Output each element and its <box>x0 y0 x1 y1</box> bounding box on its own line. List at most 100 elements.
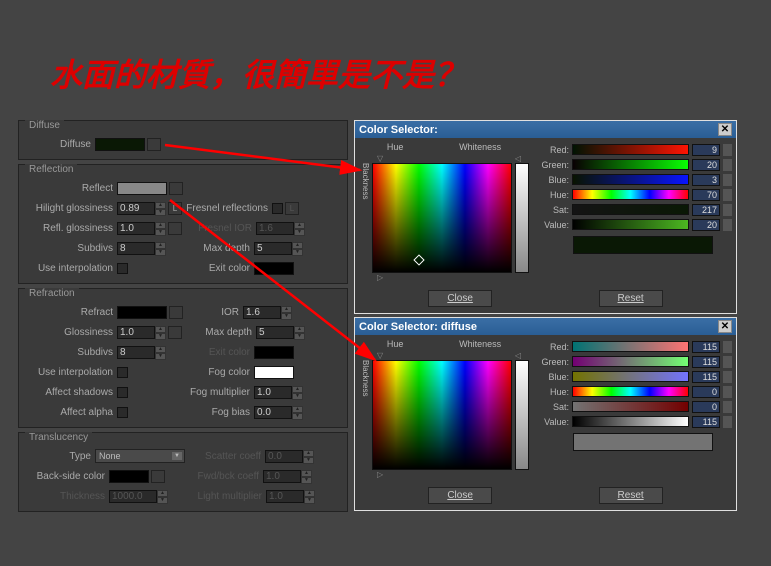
gloss-spinner[interactable]: ▲▼ <box>117 326 166 339</box>
value-slider[interactable] <box>572 416 689 427</box>
shadows-checkbox[interactable] <box>117 387 128 398</box>
color-preview <box>573 236 713 254</box>
window-title: Color Selector: <box>359 124 438 136</box>
hue-value[interactable]: 0 <box>692 386 720 398</box>
ior-spinner[interactable]: ▲▼ <box>243 306 292 319</box>
sat-value[interactable]: 0 <box>692 401 720 413</box>
backside-map-box[interactable] <box>151 470 165 483</box>
spinner-arrows[interactable] <box>723 144 732 156</box>
group-title: Reflection <box>25 164 77 175</box>
close-button[interactable]: Close <box>428 487 492 504</box>
hue-label: Hue: <box>533 190 569 200</box>
spinner-arrows[interactable] <box>723 341 732 353</box>
fwdbck-label: Fwd/bck coeff <box>165 471 263 482</box>
refract-swatch[interactable] <box>117 306 167 319</box>
fogmult-spinner[interactable]: ▲▼ <box>254 386 303 399</box>
red-slider[interactable] <box>572 144 689 155</box>
fogbias-spinner[interactable]: ▲▼ <box>254 406 303 419</box>
spinner-arrows[interactable] <box>723 159 732 171</box>
window-titlebar[interactable]: Color Selector: ✕ <box>355 121 736 138</box>
fogmult-label: Fog multiplier <box>128 387 254 398</box>
hue-slider[interactable] <box>572 189 689 200</box>
exit-swatch[interactable] <box>254 262 294 275</box>
spinner-arrows[interactable] <box>723 219 732 231</box>
blue-slider[interactable] <box>572 174 689 185</box>
hue-label: Hue <box>387 142 404 152</box>
l-box[interactable]: L <box>168 202 182 215</box>
value-label: Value: <box>533 220 569 230</box>
reset-button[interactable]: Reset <box>599 487 663 504</box>
red-slider[interactable] <box>572 341 689 352</box>
material-panel: Diffuse Diffuse Reflection Reflect Hilig… <box>18 120 348 516</box>
hilight-spinner[interactable]: ▲▼ <box>117 202 166 215</box>
whiteness-bar[interactable] <box>515 360 529 470</box>
spinner-arrows[interactable] <box>723 416 732 428</box>
value-value[interactable]: 115 <box>692 416 720 428</box>
blue-value[interactable]: 3 <box>692 174 720 186</box>
spinner-arrows[interactable] <box>723 401 732 413</box>
diffuse-label: Diffuse <box>25 139 95 150</box>
diffuse-swatch[interactable] <box>95 138 145 151</box>
fwdbck-spinner[interactable]: ▲▼ <box>263 470 312 483</box>
maxdepth-spinner[interactable]: ▲▼ <box>256 326 305 339</box>
window-titlebar[interactable]: Color Selector: diffuse ✕ <box>355 318 736 335</box>
whiteness-label: Whiteness <box>459 339 501 349</box>
close-button[interactable]: Close <box>428 290 492 307</box>
green-slider[interactable] <box>572 356 689 367</box>
red-value[interactable]: 115 <box>692 341 720 353</box>
sat-slider[interactable] <box>572 204 689 215</box>
hue-field[interactable] <box>372 360 512 470</box>
value-label: Value: <box>533 417 569 427</box>
red-value[interactable]: 9 <box>692 144 720 156</box>
gloss-map-box[interactable] <box>168 326 182 339</box>
green-value[interactable]: 115 <box>692 356 720 368</box>
triangle-down-icon: ▽ <box>377 351 383 360</box>
refl-gloss-map-box[interactable] <box>168 222 182 235</box>
sat-slider[interactable] <box>572 401 689 412</box>
refl-gloss-spinner[interactable]: ▲▼ <box>117 222 166 235</box>
sat-value[interactable]: 217 <box>692 204 720 216</box>
backside-swatch[interactable] <box>109 470 149 483</box>
spinner-arrows[interactable] <box>723 371 732 383</box>
blue-slider[interactable] <box>572 371 689 382</box>
exitcolor-swatch[interactable] <box>254 346 294 359</box>
hue-field[interactable] <box>372 163 512 273</box>
group-title: Refraction <box>25 288 79 299</box>
interp-checkbox[interactable] <box>117 263 128 274</box>
exitcolor-label: Exit color <box>166 347 254 358</box>
whiteness-bar[interactable] <box>515 163 529 273</box>
thickness-spinner[interactable]: ▲▼ <box>109 490 168 503</box>
spinner-arrows[interactable] <box>723 204 732 216</box>
spinner-arrows[interactable] <box>723 386 732 398</box>
value-value[interactable]: 20 <box>692 219 720 231</box>
spinner-arrows[interactable] <box>723 356 732 368</box>
diffuse-map-box[interactable] <box>147 138 161 151</box>
green-value[interactable]: 20 <box>692 159 720 171</box>
maxdepth-spinner[interactable]: ▲▼ <box>254 242 303 255</box>
reset-button[interactable]: Reset <box>599 290 663 307</box>
fresnel-checkbox[interactable] <box>272 203 283 214</box>
spinner-arrows[interactable] <box>723 174 732 186</box>
fresnel-ior-spinner[interactable]: ▲▼ <box>256 222 305 235</box>
subdivs-spinner[interactable]: ▲▼ <box>117 242 166 255</box>
value-slider[interactable] <box>572 219 689 230</box>
interp-checkbox[interactable] <box>117 367 128 378</box>
hue-slider[interactable] <box>572 386 689 397</box>
close-icon[interactable]: ✕ <box>718 123 732 136</box>
fresnel-l-box[interactable]: L <box>285 202 299 215</box>
scatter-spinner[interactable]: ▲▼ <box>265 450 314 463</box>
reflect-map-box[interactable] <box>169 182 183 195</box>
lightmult-spinner[interactable]: ▲▼ <box>266 490 315 503</box>
blue-value[interactable]: 115 <box>692 371 720 383</box>
alpha-checkbox[interactable] <box>117 407 128 418</box>
subdivs-spinner[interactable]: ▲▼ <box>117 346 166 359</box>
type-select[interactable]: None <box>95 449 185 463</box>
close-icon[interactable]: ✕ <box>718 320 732 333</box>
reflect-swatch[interactable] <box>117 182 167 195</box>
hue-value[interactable]: 70 <box>692 189 720 201</box>
spinner-arrows[interactable] <box>723 189 732 201</box>
interp-label: Use interpolation <box>25 367 117 378</box>
fogcolor-swatch[interactable] <box>254 366 294 379</box>
refract-map-box[interactable] <box>169 306 183 319</box>
green-slider[interactable] <box>572 159 689 170</box>
